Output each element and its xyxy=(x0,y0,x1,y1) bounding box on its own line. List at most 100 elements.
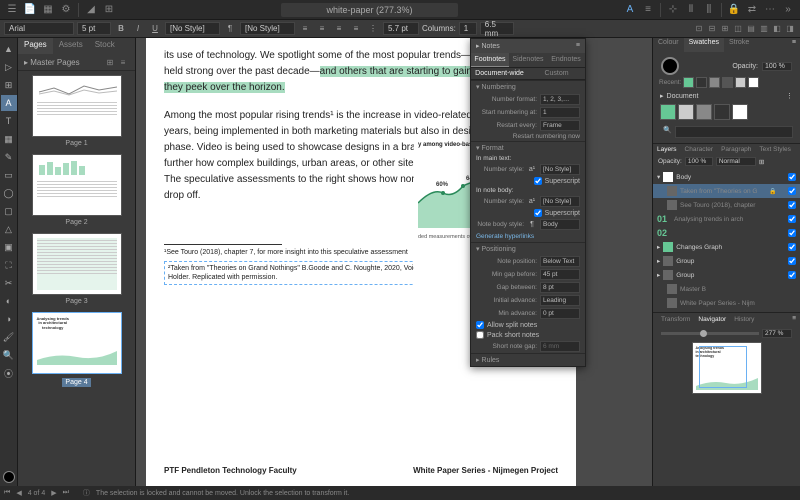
text-tool-icon[interactable]: A xyxy=(1,95,17,111)
para-style-field[interactable]: [No Style] xyxy=(240,22,295,35)
layer-opacity-field[interactable]: 100 % xyxy=(685,157,713,166)
shape-tool-icon[interactable]: ▭ xyxy=(1,167,17,183)
tab-assets[interactable]: Assets xyxy=(53,38,89,54)
layer-item[interactable]: Master B xyxy=(653,282,800,296)
swatch[interactable] xyxy=(714,104,730,120)
grid-icon[interactable]: ⊞ xyxy=(101,2,117,18)
ellipse-tool-icon[interactable]: ◯ xyxy=(1,185,17,201)
picture-frame-icon[interactable]: ▣ xyxy=(1,239,17,255)
last-page-icon[interactable]: ⏭ xyxy=(63,489,69,497)
swatch[interactable] xyxy=(696,104,712,120)
layer-item[interactable]: ▸Changes Graph xyxy=(653,240,800,254)
restart-every-field[interactable]: Frame xyxy=(540,120,580,131)
place-image-icon[interactable]: ⛶ xyxy=(1,257,17,273)
text-tool-icon[interactable]: A xyxy=(622,2,638,18)
section-numbering[interactable]: ▾ Numbering xyxy=(471,81,585,93)
visibility-checkbox[interactable] xyxy=(788,215,796,223)
visibility-checkbox[interactable] xyxy=(788,229,796,237)
next-page-icon[interactable]: ▶ xyxy=(51,489,56,497)
tf-icon[interactable]: ◨ xyxy=(784,23,796,35)
tf-icon[interactable]: ▥ xyxy=(758,23,770,35)
swatch[interactable] xyxy=(696,77,707,88)
num-style-field[interactable]: [No Style] xyxy=(540,164,580,175)
tab-pages[interactable]: Pages xyxy=(18,38,53,54)
tab-colour[interactable]: Colour xyxy=(653,38,684,52)
layer-item[interactable]: ▸Group xyxy=(653,254,800,268)
swatch[interactable] xyxy=(735,77,746,88)
layer-item[interactable]: ▸Group xyxy=(653,268,800,282)
swatch[interactable] xyxy=(709,77,720,88)
char-style-field[interactable]: [No Style] xyxy=(165,22,220,35)
file-icon[interactable]: 📄 xyxy=(22,2,38,18)
chevron-icon[interactable]: » xyxy=(780,2,796,18)
swatch[interactable] xyxy=(722,77,733,88)
snap-icon[interactable]: ⊹ xyxy=(665,2,681,18)
leading-field[interactable]: 5.7 pt xyxy=(383,22,419,35)
visibility-checkbox[interactable] xyxy=(788,173,796,181)
font-size-field[interactable]: 5 pt xyxy=(77,22,111,35)
visibility-checkbox[interactable] xyxy=(788,271,796,279)
tab-endnotes[interactable]: Endnotes xyxy=(547,53,585,67)
distribute-icon[interactable]: ⫼ xyxy=(701,2,717,18)
tab-navigator[interactable]: Navigator xyxy=(694,315,730,324)
layer-item[interactable]: 02 xyxy=(653,226,800,240)
tf-icon[interactable]: ⊟ xyxy=(706,23,718,35)
list-icon[interactable]: ⋮ xyxy=(366,22,380,36)
flip-icon[interactable]: ⇄ xyxy=(744,2,760,18)
advance-field[interactable]: Leading xyxy=(540,295,580,306)
persona-icon[interactable]: ◢ xyxy=(83,2,99,18)
font-family-field[interactable]: Arial xyxy=(4,22,74,35)
table-tool-icon[interactable]: ▦ xyxy=(1,131,17,147)
fill-stroke-icon[interactable] xyxy=(661,57,679,75)
num-style-field[interactable]: [No Style] xyxy=(540,196,580,207)
gutter-field[interactable]: 6.5 mm xyxy=(480,22,514,35)
layer-item[interactable]: Taken from "Theories on G🔒 xyxy=(653,184,800,198)
pack-short-checkbox[interactable] xyxy=(476,331,484,339)
swatch-search-input[interactable] xyxy=(675,126,793,138)
tf-icon[interactable]: ⊞ xyxy=(719,23,731,35)
tab-sidenotes[interactable]: Sidenotes xyxy=(509,53,547,67)
master-pages-header[interactable]: ▸ Master Pages ⊞≡ xyxy=(18,54,135,71)
tf-icon[interactable]: ▤ xyxy=(745,23,757,35)
bold-button[interactable]: B xyxy=(114,22,128,36)
vector-crop-icon[interactable]: ✂ xyxy=(1,275,17,291)
navigator-viewport[interactable] xyxy=(699,346,747,389)
swatch[interactable] xyxy=(678,104,694,120)
tab-stock[interactable]: Stock xyxy=(89,38,121,54)
cog-icon[interactable]: ⚙ xyxy=(58,2,74,18)
baseline-icon[interactable]: ≡ xyxy=(640,2,656,18)
swatch[interactable] xyxy=(732,104,748,120)
generate-hyperlinks-link[interactable]: Generate hyperlinks xyxy=(471,231,585,242)
doc-swatches-label[interactable]: Document xyxy=(667,93,699,100)
menu-icon[interactable]: ≡ xyxy=(117,56,129,68)
gap-before-field[interactable]: 45 pt xyxy=(540,269,580,280)
align-justify-icon[interactable]: ≡ xyxy=(349,22,363,36)
align-center-icon[interactable]: ≡ xyxy=(315,22,329,36)
section-rules[interactable]: ▸ Rules xyxy=(471,354,585,366)
triangle-tool-icon[interactable]: △ xyxy=(1,221,17,237)
page-thumb[interactable]: Page 3 xyxy=(22,233,131,306)
layers-icon[interactable]: ▦ xyxy=(40,2,56,18)
blend-mode-field[interactable]: Normal xyxy=(716,157,756,166)
tab-transform[interactable]: Transform xyxy=(657,315,694,324)
layer-item[interactable]: White Paper Series - Nijm xyxy=(653,296,800,310)
zoom-tool-icon[interactable]: 🔍 xyxy=(1,347,17,363)
page-thumb[interactable]: Page 1 xyxy=(22,75,131,148)
swatch[interactable] xyxy=(660,104,676,120)
tab-textstyles[interactable]: Text Styles xyxy=(755,144,794,155)
app-menu-icon[interactable]: ☰ xyxy=(4,2,20,18)
tab-character[interactable]: Character xyxy=(681,144,718,155)
allow-split-checkbox[interactable] xyxy=(476,321,484,329)
visibility-checkbox[interactable] xyxy=(788,187,796,195)
tab-footnotes[interactable]: Footnotes xyxy=(471,53,509,67)
tab-custom[interactable]: Custom xyxy=(528,68,585,79)
visibility-checkbox[interactable] xyxy=(788,243,796,251)
first-page-icon[interactable]: ⏮ xyxy=(4,489,10,497)
align-icon[interactable]: ⫴ xyxy=(683,2,699,18)
superscript-checkbox[interactable] xyxy=(534,209,542,217)
zoom-field[interactable]: 277 % xyxy=(762,329,792,338)
min-advance-field[interactable]: 0 pt xyxy=(540,308,580,319)
add-icon[interactable]: ⊞ xyxy=(104,56,116,68)
tab-layers[interactable]: Layers xyxy=(653,144,681,155)
zoom-slider[interactable] xyxy=(661,332,759,335)
